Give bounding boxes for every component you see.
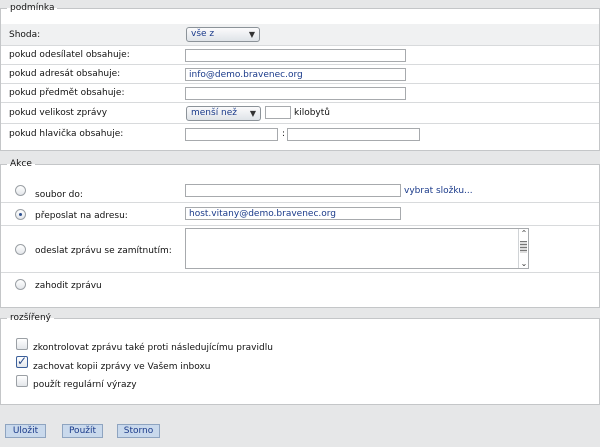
size-unit: kilobytů <box>294 108 330 118</box>
recipient-label: pokud adresát obsahuje: <box>9 69 121 79</box>
conditions-legend: podmínka <box>10 3 55 13</box>
reject-radio[interactable] <box>15 244 26 255</box>
size-operator-value: menší než <box>191 108 238 118</box>
sender-label: pokud odesílatel obsahuje: <box>9 50 130 60</box>
size-row: pokud velikost zprávy menší než ▼ kiloby… <box>1 103 599 124</box>
textarea-scrollbar[interactable]: ⌃ ⌄ <box>518 229 528 268</box>
discard-row: zahodit zprávu <box>1 273 599 298</box>
advanced-label-1: zachovat kopii zprávy ve Vašem inboxu <box>33 362 211 372</box>
save-button[interactable]: Uložit <box>5 424 46 438</box>
size-input[interactable] <box>265 106 291 119</box>
advanced-option-2[interactable]: použít regulární výrazy <box>1 374 401 390</box>
scrollbar-thumb[interactable] <box>520 241 527 253</box>
subject-label: pokud předmět obsahuje: <box>9 88 125 98</box>
match-select-value: vše z <box>191 29 215 39</box>
file-label: soubor do: <box>35 190 83 200</box>
header-name-input[interactable] <box>185 128 278 141</box>
sender-row: pokud odesílatel obsahuje: <box>1 46 599 65</box>
forward-row: přeposlat na adresu: <box>1 203 599 226</box>
file-input[interactable] <box>185 184 401 197</box>
recipient-input[interactable] <box>185 68 406 81</box>
size-operator-select[interactable]: menší než ▼ <box>186 106 261 121</box>
reject-row: odeslat zprávu se zamítnutím: ⌃ ⌄ <box>1 226 599 273</box>
match-select[interactable]: vše z ▼ <box>186 27 260 42</box>
chevron-down-icon: ▼ <box>249 109 256 118</box>
chevron-down-icon: ▼ <box>248 30 255 39</box>
advanced-checkbox-1[interactable] <box>16 354 28 368</box>
chevron-up-icon[interactable]: ⌃ <box>519 229 529 238</box>
match-label: Shoda: <box>9 29 41 40</box>
header-value-input[interactable] <box>287 128 420 141</box>
advanced-label-0: zkontrolovat zprávu také proti následují… <box>33 343 273 353</box>
forward-input[interactable] <box>185 207 401 220</box>
cancel-button[interactable]: Storno <box>117 424 160 438</box>
header-row: pokud hlavička obsahuje: : <box>1 124 599 144</box>
subject-input[interactable] <box>185 87 406 100</box>
advanced-option-0[interactable]: zkontrolovat zprávu také proti následují… <box>1 337 401 353</box>
header-separator: : <box>282 129 286 139</box>
subject-row: pokud předmět obsahuje: <box>1 84 599 103</box>
reject-textarea[interactable]: ⌃ ⌄ <box>185 228 529 269</box>
file-radio[interactable] <box>15 185 26 196</box>
file-row: soubor do: vybrat složku... <box>1 180 599 203</box>
actions-rows: soubor do: vybrat složku... přeposlat na… <box>1 180 599 298</box>
advanced-label-2: použít regulární výrazy <box>33 380 137 390</box>
discard-radio[interactable] <box>15 279 26 290</box>
header-label: pokud hlavička obsahuje: <box>9 129 124 139</box>
discard-label: zahodit zprávu <box>35 281 102 291</box>
sender-input[interactable] <box>185 49 406 62</box>
reject-label: odeslat zprávu se zamítnutím: <box>35 246 172 256</box>
advanced-rows: zkontrolovat zprávu také proti následují… <box>1 335 599 395</box>
advanced-option-1[interactable]: zachovat kopii zprávy ve Vašem inboxu <box>1 354 401 372</box>
advanced-checkbox-0[interactable] <box>16 338 28 350</box>
chevron-down-icon[interactable]: ⌄ <box>519 259 529 268</box>
apply-button[interactable]: Použít <box>62 424 103 438</box>
choose-folder-link[interactable]: vybrat složku... <box>404 186 473 196</box>
forward-label: přeposlat na adresu: <box>35 211 128 221</box>
forward-radio[interactable] <box>15 209 26 220</box>
size-label: pokud velikost zprávy <box>9 108 108 118</box>
advanced-checkbox-2[interactable] <box>16 375 28 387</box>
recipient-row: pokud adresát obsahuje: <box>1 65 599 84</box>
conditions-rows: Shoda: vše z ▼ pokud odesílatel obsahuje… <box>1 24 599 150</box>
match-row: Shoda: vše z ▼ <box>1 24 599 46</box>
actions-legend: Akce <box>10 159 32 169</box>
advanced-legend: rozšířený <box>10 313 51 323</box>
